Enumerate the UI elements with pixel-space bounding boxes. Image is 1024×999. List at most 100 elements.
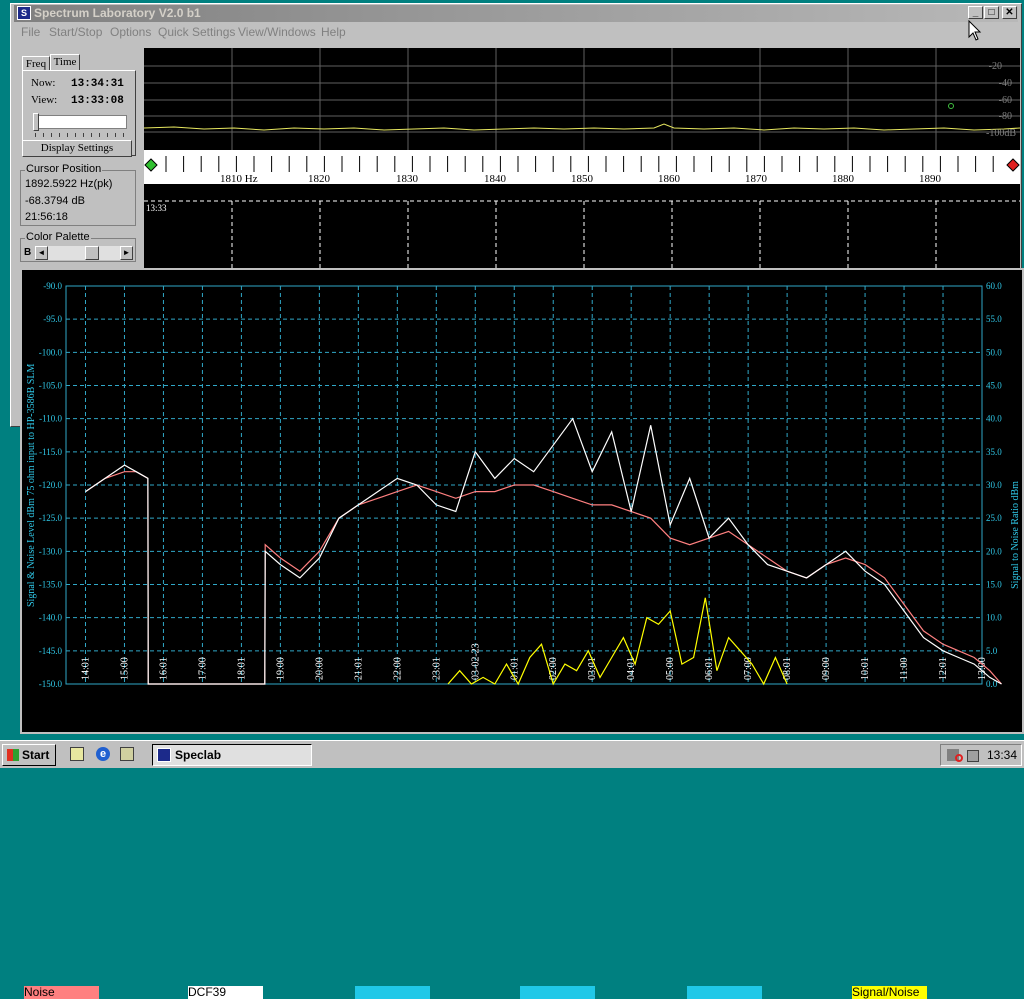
taskbar: Start e Speclab 13:34 [0,740,1024,768]
y-tick-label: -125.0 [39,513,63,523]
legend-signal-noise[interactable]: Signal/Noise [852,986,927,999]
view-value: 13:33:08 [71,95,124,107]
menu-bar: File Start/Stop Options Quick Settings V… [14,23,1018,41]
series-line-signal-noise [447,597,788,686]
y-tick-label: -105.0 [39,381,63,391]
scroll-right-button[interactable]: ► [120,246,133,260]
y2-tick-label: 20.0 [986,546,1002,556]
windows-logo-icon [7,749,19,761]
y-tick-label: -140.0 [39,613,63,623]
x-tick-label: 19:00 [275,657,286,680]
menu-start-stop[interactable]: Start/Stop [49,25,102,39]
time-slider-track[interactable] [35,115,127,129]
cursor-time: 21:56:18 [25,211,68,223]
spectrum-display[interactable]: -20 -40 -60 -80 -100dB [144,48,1020,150]
desktop: { "window": {"title": "Spectrum Laborato… [0,0,1024,999]
waterfall-time-label: 13:33 [146,203,167,213]
y-tick-label: -130.0 [39,546,63,556]
plot-window: -90.0 -95.0 -100.0 -105.0 -110.0 -115.0 -120.0… [20,268,1024,999]
view-label: View: [31,94,58,106]
waterfall-display[interactable]: 13:33 [144,184,1020,268]
y2-tick-label: 25.0 [986,513,1002,523]
mouse-pointer-icon [968,20,982,41]
slider-ticks [35,133,127,137]
palette-prefix: B [24,247,32,258]
scroll-left-button[interactable]: ◄ [35,246,48,260]
right-marker-icon[interactable] [1006,158,1020,172]
legend-noise[interactable]: Noise [24,986,99,999]
x-tick-label: 20:00 [314,657,325,680]
legend-empty-slot[interactable] [355,986,430,999]
x-tick-label: 21:01 [353,657,364,680]
menu-options[interactable]: Options [110,25,151,39]
now-label: Now: [31,77,56,89]
menu-help[interactable]: Help [321,25,346,39]
menu-quick-settings[interactable]: Quick Settings [158,25,235,39]
freq-tick: 1860 [658,173,681,184]
freq-tick: 1820 [308,173,331,184]
spectrum-trace [144,123,1020,131]
y2-tick-label: 60.0 [986,281,1002,291]
cursor-position-group: Cursor Position 1892.5922 Hz(pk) -68.379… [20,163,136,226]
long-term-plot[interactable]: -90.0 -95.0 -100.0 -105.0 -110.0 -115.0 -120.0… [22,270,1022,732]
db-tick: -20 [989,61,1002,72]
y2-tick-label: 5.0 [986,646,998,656]
start-button[interactable]: Start [2,744,56,766]
menu-view-windows[interactable]: View/Windows [238,25,316,39]
legend-empty-slot[interactable] [687,986,762,999]
y-tick-label: -100.0 [39,347,63,357]
x-tick-label: 16:01 [158,657,169,680]
time-slider-thumb[interactable] [33,113,39,131]
legend-dcf39[interactable]: DCF39 [188,986,263,999]
display-settings-button[interactable]: Display Settings [22,140,132,157]
y2-tick-label: 45.0 [986,381,1002,391]
legend-empty-slot[interactable] [520,986,595,999]
y2-tick-label: 40.0 [986,414,1002,424]
maximize-button[interactable]: □ [984,6,999,19]
y-tick-label: -110.0 [39,414,62,424]
y-tick-label: -115.0 [39,447,62,457]
close-button[interactable]: ✕ [1002,6,1017,19]
x-tick-label: 12:01 [938,657,949,680]
y2-tick-label: 55.0 [986,314,1002,324]
minimize-button[interactable]: _ [968,6,983,19]
y2-tick-label: 10.0 [986,613,1002,623]
system-tray: 13:34 [940,744,1022,766]
y-tick-label: -90.0 [43,281,62,291]
left-marker-icon[interactable] [144,158,158,172]
x-tick-label: 23:01 [431,657,442,680]
freq-tick: 1870 [745,173,768,184]
window-title: Spectrum Laboratory V2.0 b1 [34,6,201,20]
no-entry-icon[interactable] [955,754,963,762]
taskbar-app-label: Speclab [175,748,222,762]
x-tick-label: 09:00 [821,657,832,680]
db-tick: -80 [999,111,1012,122]
y-tick-label: -145.0 [39,646,63,656]
now-value: 13:34:31 [71,78,124,90]
desktop-shortcut-icon[interactable] [70,747,84,761]
x-tick-label: 03-02-23 [470,643,481,680]
y2-tick-label: 50.0 [986,347,1002,357]
freq-tick: 1830 [396,173,419,184]
title-bar[interactable]: S Spectrum Laboratory V2.0 b1 _ □ ✕ [14,5,1018,22]
speclab-taskbar-button[interactable]: Speclab [152,744,312,766]
menu-file[interactable]: File [21,25,40,39]
freq-tick: 1810 Hz [220,173,258,184]
start-label: Start [22,748,50,762]
palette-scrollbar[interactable]: ◄ ► [35,246,133,260]
app-icon[interactable]: S [17,6,31,20]
tab-freq[interactable]: Freq [22,56,50,70]
freq-tick: 1840 [484,173,507,184]
internet-explorer-icon[interactable]: e [96,747,110,761]
y-axis-title: Signal & Noise Level dBm 75 ohm input to… [26,364,37,607]
palette-scroll-thumb[interactable] [85,246,99,260]
y2-tick-label: 30.0 [986,480,1002,490]
network-icon[interactable] [967,750,979,762]
x-tick-label: 06:01 [704,657,715,680]
outlook-icon[interactable] [120,747,134,761]
frequency-ruler[interactable]: 1810 Hz 1820 1830 1840 1850 1860 1870 18… [144,150,1020,184]
y-tick-label: -135.0 [39,580,63,590]
freq-tick: 1880 [832,173,855,184]
y-tick-label: -95.0 [43,314,62,324]
tab-time[interactable]: Time [50,54,80,70]
